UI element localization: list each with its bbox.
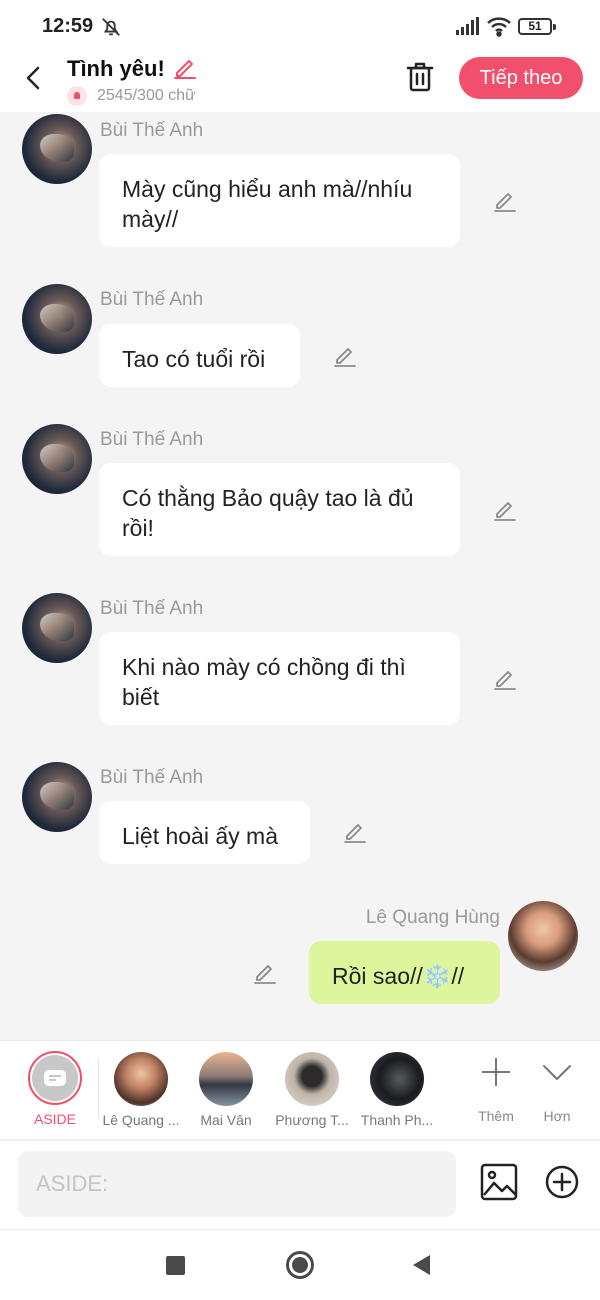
more-label: Hơn	[543, 1108, 571, 1124]
recents-icon[interactable]	[166, 1256, 185, 1275]
add-character-button[interactable]: Thêm	[466, 1055, 526, 1124]
avatar[interactable]	[22, 284, 92, 354]
edit-pencil-icon[interactable]	[492, 666, 518, 692]
plus-icon	[482, 1058, 510, 1086]
nav-back-icon[interactable]	[413, 1255, 430, 1275]
sender-name: Bùi Thế Anh	[100, 767, 204, 788]
avatar[interactable]	[508, 901, 578, 971]
composer	[0, 1141, 600, 1229]
sender-name: Bùi Thế Anh	[100, 289, 204, 310]
message-bubble[interactable]: Mày cũng hiểu anh mà//nhíu mày//	[99, 154, 460, 247]
character-bar: ASIDE Lê Quang ... Mai Vân Phương T... T…	[0, 1040, 600, 1140]
avatar	[285, 1052, 339, 1106]
status-bar: 12:59 51	[0, 0, 600, 52]
aside-icon	[44, 1070, 66, 1086]
message-input[interactable]	[18, 1151, 456, 1217]
chat-list[interactable]: Bùi Thế Anh Mày cũng hiểu anh mà//nhíu m…	[0, 112, 600, 1040]
character-phuong[interactable]: Phương T...	[267, 1051, 357, 1128]
dnd-off-icon	[102, 18, 120, 36]
message-bubble[interactable]: Có thằng Bảo quậy tao là đủ rồi!	[99, 463, 460, 556]
add-circle-icon[interactable]	[545, 1165, 579, 1199]
edit-title-pencil-icon[interactable]	[172, 55, 198, 81]
wifi-icon	[487, 17, 511, 37]
battery-icon: 51	[518, 18, 556, 35]
avatar[interactable]	[22, 114, 92, 184]
avatar	[114, 1052, 168, 1106]
app-header: Tình yêu! 2545/300 chữ Tiếp theo	[0, 52, 600, 112]
back-arrow-icon[interactable]	[18, 62, 50, 94]
message-bubble[interactable]: Khi nào mày có chồng đi thì biết	[99, 632, 460, 725]
chevron-down-icon	[543, 1065, 571, 1080]
story-title: Tình yêu!	[67, 56, 165, 81]
avatar	[370, 1052, 424, 1106]
sender-name: Bùi Thế Anh	[100, 429, 204, 450]
edit-pencil-icon[interactable]	[252, 960, 278, 986]
edit-pencil-icon[interactable]	[332, 343, 358, 369]
add-label: Thêm	[478, 1108, 514, 1124]
more-button[interactable]: Hơn	[527, 1055, 587, 1124]
aside-avatar	[28, 1051, 82, 1105]
character-mai-van[interactable]: Mai Vân	[181, 1051, 271, 1128]
character-name: Thanh Ph...	[360, 1112, 434, 1128]
sender-name: Bùi Thế Anh	[100, 598, 204, 619]
trash-icon[interactable]	[404, 60, 436, 94]
message-bubble[interactable]: Liệt hoài ấy mà	[99, 801, 310, 864]
char-count-text: 2545/300 chữ	[97, 87, 196, 104]
character-name: Phương T...	[275, 1112, 349, 1128]
image-icon[interactable]	[480, 1163, 518, 1201]
avatar[interactable]	[22, 762, 92, 832]
next-button[interactable]: Tiếp theo	[459, 57, 583, 99]
signal-icon	[456, 17, 479, 35]
edit-pencil-icon[interactable]	[342, 819, 368, 845]
character-name: ASIDE	[33, 1111, 76, 1127]
character-le-quang[interactable]: Lê Quang ...	[96, 1051, 186, 1128]
message-bubble[interactable]: Tao có tuổi rồi	[99, 324, 300, 387]
home-icon[interactable]	[286, 1251, 314, 1279]
system-nav-bar	[0, 1229, 600, 1300]
edit-pencil-icon[interactable]	[492, 497, 518, 523]
avatar	[199, 1052, 253, 1106]
character-name: Lê Quang ...	[102, 1112, 180, 1128]
sender-name: Lê Quang Hùng	[365, 907, 500, 928]
character-name: Mai Vân	[200, 1112, 252, 1128]
char-count: 2545/300 chữ	[67, 86, 196, 106]
sender-name: Bùi Thế Anh	[100, 120, 204, 141]
avatar[interactable]	[22, 424, 92, 494]
status-time: 12:59	[42, 15, 94, 37]
edit-pencil-icon[interactable]	[492, 188, 518, 214]
message-bubble[interactable]: Rồi sao//❄️//	[309, 941, 500, 1004]
avatar[interactable]	[22, 593, 92, 663]
bell-icon	[67, 86, 87, 106]
character-thanh[interactable]: Thanh Ph...	[352, 1051, 442, 1128]
character-aside[interactable]: ASIDE	[10, 1051, 100, 1127]
